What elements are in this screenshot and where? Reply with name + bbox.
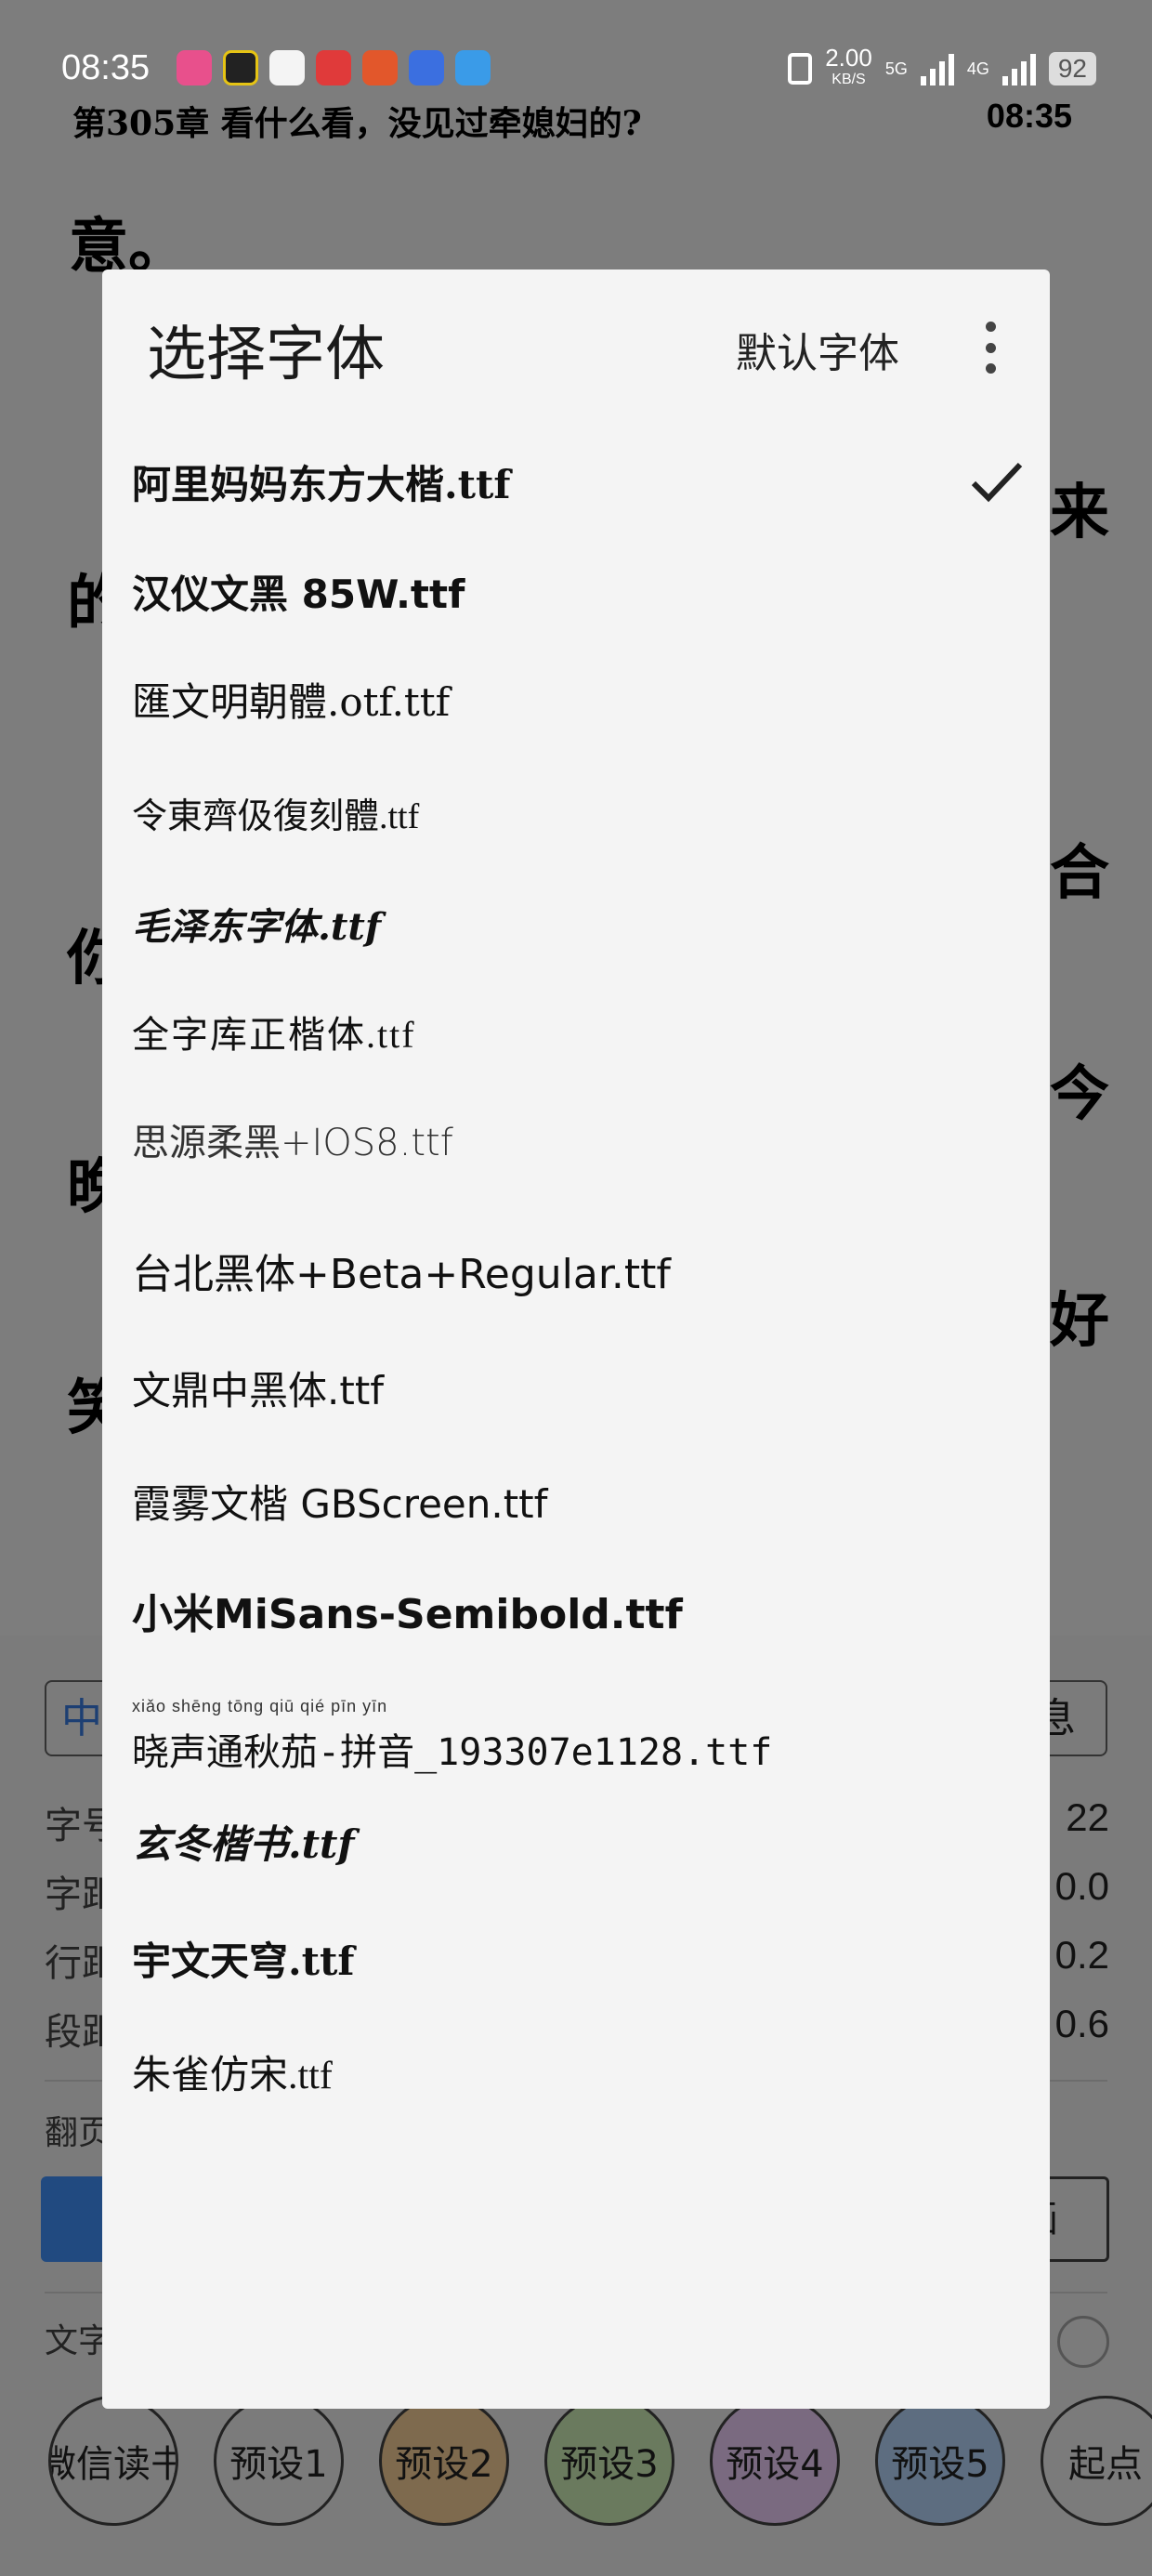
signal-label-5g: 5G [884,59,908,78]
preset-weixin[interactable]: 微信读书 [48,2396,178,2526]
font-option[interactable]: 毛泽东字体.ttf [132,877,1020,970]
app-notification-icon [316,50,351,85]
text-toggle[interactable] [1057,2316,1109,2368]
signal-label-4g: 4G [966,59,989,78]
app-notification-icon [177,50,212,85]
preset-2[interactable]: 预设2 [379,2396,509,2526]
app-notification-icon [269,50,305,85]
font-size-value: 22 [1066,1795,1109,1839]
font-option[interactable]: 阿里妈妈东方大楷.ttf [132,435,1020,528]
font-option[interactable]: 宇文天穹.ttf [132,1907,1020,2009]
preset-3[interactable]: 预设3 [544,2396,674,2526]
network-speed: 2.00 KB/S [825,44,872,87]
reader-text: 今 [1050,1059,1109,1129]
font-option[interactable]: 小米MiSans-Semibold.ttf [132,1559,1020,1662]
preset-4[interactable]: 预设4 [710,2396,840,2526]
font-option[interactable]: 霞雾文楷 GBScreen.ttf [132,1450,1020,1552]
font-option[interactable]: 汉仪文黑 85W.ttf [132,545,1020,637]
preset-qidian[interactable]: 起点 [1041,2396,1152,2526]
status-time: 08:35 [61,48,151,87]
status-bar: 08:35 2.00 KB/S 5G 4G 92 [0,0,1152,102]
default-font-button[interactable]: 默认字体 [736,320,899,379]
chapter-title: 第305章 看什么看，没见过牵媳妇的? [72,104,642,143]
font-option[interactable]: 晓声通秋茄-拼音_193307e1128.ttf [132,1682,1020,1794]
preset-row: 微信读书 预设1 预设2 预设3 预设4 预设5 起点 [48,2396,1152,2526]
reader-text: 来 [1050,478,1109,547]
font-option[interactable]: 台北黑体+Beta+Regular.ttf [132,1219,1020,1321]
battery-icon: 92 [1048,52,1096,85]
reader-text: 好 [1050,1286,1109,1356]
font-select-dialog: 选择字体 默认字体 阿里妈妈东方大楷.ttf 汉仪文黑 85W.ttf 匯文明朝… [102,269,1050,2409]
font-option[interactable]: 令東齊伋復刻體.ttf [132,766,1020,859]
reader-text: 合 [1050,838,1109,908]
font-option[interactable]: 朱雀仿宋.ttf [132,2020,1020,2123]
reader-time: 08:35 [986,97,1072,135]
letter-spacing-value: 0.0 [1054,1864,1109,1908]
preset-1[interactable]: 预设1 [214,2396,344,2526]
more-options-icon[interactable] [979,322,1001,374]
font-option[interactable]: 文鼎中黑体.ttf [132,1336,1020,1439]
vibrate-icon [788,53,813,85]
dialog-title: 选择字体 [147,321,385,389]
font-option[interactable]: 思源柔黑+IOS8.ttf [132,1093,1020,1186]
weather-icon [455,50,491,85]
notification-icons [177,50,491,85]
font-option[interactable]: 玄冬楷书.ttf [132,1790,1020,1892]
line-spacing-value: 0.2 [1054,1933,1109,1977]
font-option[interactable]: 全字库正楷体.ttf [132,985,1020,1078]
app-notification-icon [223,50,258,85]
app-notification-icon [409,50,444,85]
app-notification-icon [362,50,398,85]
preset-5[interactable]: 预设5 [875,2396,1005,2526]
paragraph-spacing-value: 0.6 [1054,2002,1109,2045]
signal-bars-icon [1001,52,1036,85]
font-option[interactable]: 匯文明朝體.otf.ttf [132,652,1020,745]
signal-bars-icon [920,52,954,85]
